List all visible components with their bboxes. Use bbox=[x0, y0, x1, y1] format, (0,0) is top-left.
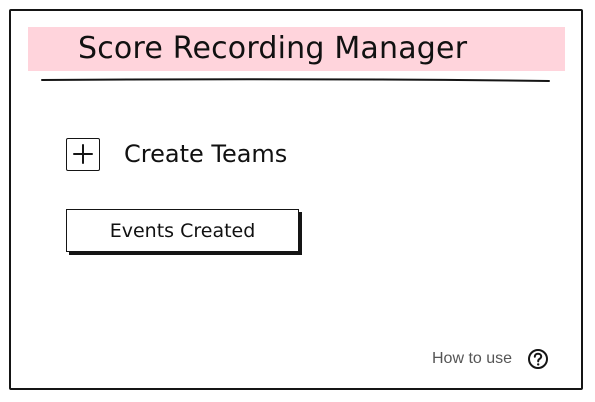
create-teams-label: Create Teams bbox=[124, 140, 288, 168]
how-to-use-label: How to use bbox=[432, 350, 513, 367]
events-created-button[interactable]: Events Created bbox=[66, 209, 299, 252]
plus-icon[interactable] bbox=[66, 137, 100, 171]
page-title: Score Recording Manager bbox=[78, 31, 468, 66]
how-to-use-link[interactable]: How to use bbox=[432, 348, 549, 370]
question-circle-icon[interactable] bbox=[527, 348, 549, 370]
create-teams-action[interactable]: Create Teams bbox=[66, 136, 287, 172]
